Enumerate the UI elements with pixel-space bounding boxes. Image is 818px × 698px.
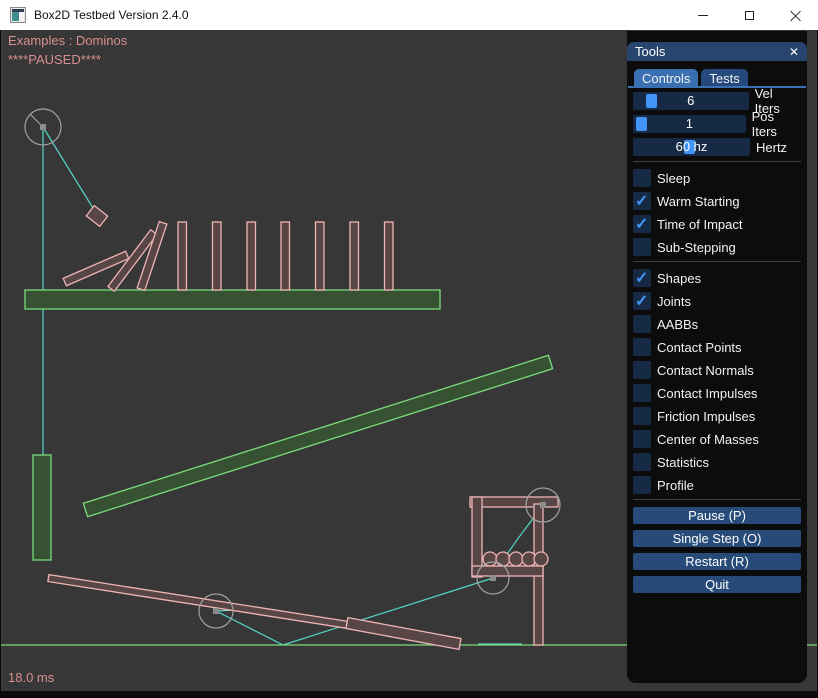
hertz-slider-row: 60 hz Hertz xyxy=(633,138,801,156)
checkbox-row-joints[interactable]: ✓ Joints xyxy=(633,292,801,310)
pos-iters-label: Pos Iters xyxy=(752,109,801,139)
window-title: Box2D Testbed Version 2.4.0 xyxy=(34,8,189,22)
minimize-button[interactable] xyxy=(680,0,726,30)
quit-button[interactable]: Quit xyxy=(633,576,801,593)
separator xyxy=(633,499,801,500)
shelf-balls xyxy=(483,552,548,566)
close-icon xyxy=(790,10,801,21)
checkbox-row-contact-normals[interactable]: ✓ Contact Normals xyxy=(633,361,801,379)
statistics-checkbox[interactable]: ✓ xyxy=(633,453,651,471)
time-of-impact-checkbox[interactable]: ✓ xyxy=(633,215,651,233)
pause-button[interactable]: Pause (P) xyxy=(633,507,801,524)
close-button[interactable] xyxy=(772,0,818,30)
friction-impulses-checkbox[interactable]: ✓ xyxy=(633,407,651,425)
profile-checkbox[interactable]: ✓ xyxy=(633,476,651,494)
example-label: Examples : Dominos xyxy=(8,33,127,48)
tools-titlebar[interactable]: Tools ✕ xyxy=(627,42,807,61)
minimize-icon xyxy=(698,15,708,16)
fallen-dominoes xyxy=(63,222,167,292)
checkbox-row-center-of-masses[interactable]: ✓ Center of Masses xyxy=(633,430,801,448)
contact-normals-checkbox[interactable]: ✓ xyxy=(633,361,651,379)
restart-button[interactable]: Restart (R) xyxy=(633,553,801,570)
center-of-masses-checkbox[interactable]: ✓ xyxy=(633,430,651,448)
frame-time-label: 18.0 ms xyxy=(8,670,54,685)
sleep-checkbox[interactable]: ✓ xyxy=(633,169,651,187)
tools-tabbar: Controls Tests xyxy=(634,69,807,86)
tab-tests[interactable]: Tests xyxy=(701,69,747,86)
aabbs-checkbox[interactable]: ✓ xyxy=(633,315,651,333)
shapes-checkbox[interactable]: ✓ xyxy=(633,269,651,287)
contact-impulses-checkbox[interactable]: ✓ xyxy=(633,384,651,402)
hertz-slider[interactable]: 60 hz xyxy=(633,138,750,156)
vertical-column xyxy=(33,455,51,560)
checkbox-row-statistics[interactable]: ✓ Statistics xyxy=(633,453,801,471)
hertz-label: Hertz xyxy=(756,140,787,155)
checkbox-row-sub-stepping[interactable]: ✓ Sub-Stepping xyxy=(633,238,801,256)
checkbox-row-contact-impulses[interactable]: ✓ Contact Impulses xyxy=(633,384,801,402)
pos-iters-slider[interactable]: 1 xyxy=(633,115,746,133)
single-step-button[interactable]: Single Step (O) xyxy=(633,530,801,547)
contact-points-checkbox[interactable]: ✓ xyxy=(633,338,651,356)
checkbox-row-contact-points[interactable]: ✓ Contact Points xyxy=(633,338,801,356)
separator xyxy=(633,261,801,262)
checkbox-row-friction-impulses[interactable]: ✓ Friction Impulses xyxy=(633,407,801,425)
warm-starting-checkbox[interactable]: ✓ xyxy=(633,192,651,210)
checkbox-row-time-of-impact[interactable]: ✓ Time of Impact xyxy=(633,215,801,233)
tab-controls[interactable]: Controls xyxy=(634,69,698,86)
ramp xyxy=(83,355,552,516)
checkbox-row-profile[interactable]: ✓ Profile xyxy=(633,476,801,494)
sub-stepping-checkbox[interactable]: ✓ xyxy=(633,238,651,256)
tools-close-icon[interactable]: ✕ xyxy=(789,46,799,58)
window-titlebar: Box2D Testbed Version 2.4.0 xyxy=(0,0,818,30)
app-window: Box2D Testbed Version 2.4.0 xyxy=(0,0,818,698)
app-icon xyxy=(10,7,26,23)
separator xyxy=(633,161,801,162)
tools-title: Tools xyxy=(635,44,665,59)
pendulum-box xyxy=(86,206,107,227)
checkbox-row-warm-starting[interactable]: ✓ Warm Starting xyxy=(633,192,801,210)
joints-checkbox[interactable]: ✓ xyxy=(633,292,651,310)
frame-structure xyxy=(470,497,558,645)
checkbox-row-sleep[interactable]: ✓ Sleep xyxy=(633,169,801,187)
vel-iters-slider-row: 6 Vel Iters xyxy=(633,92,801,110)
paused-label: ****PAUSED**** xyxy=(8,52,101,67)
platform-shelf xyxy=(25,290,440,309)
maximize-button[interactable] xyxy=(726,0,772,30)
pos-iters-slider-row: 1 Pos Iters xyxy=(633,115,801,133)
tools-panel: Tools ✕ Controls Tests 6 Vel Iters 1 xyxy=(627,31,807,683)
checkbox-row-shapes[interactable]: ✓ Shapes xyxy=(633,269,801,287)
maximize-icon xyxy=(745,11,754,20)
checkbox-row-aabbs[interactable]: ✓ AABBs xyxy=(633,315,801,333)
vel-iters-slider[interactable]: 6 xyxy=(633,92,749,110)
standing-dominoes xyxy=(178,222,393,290)
